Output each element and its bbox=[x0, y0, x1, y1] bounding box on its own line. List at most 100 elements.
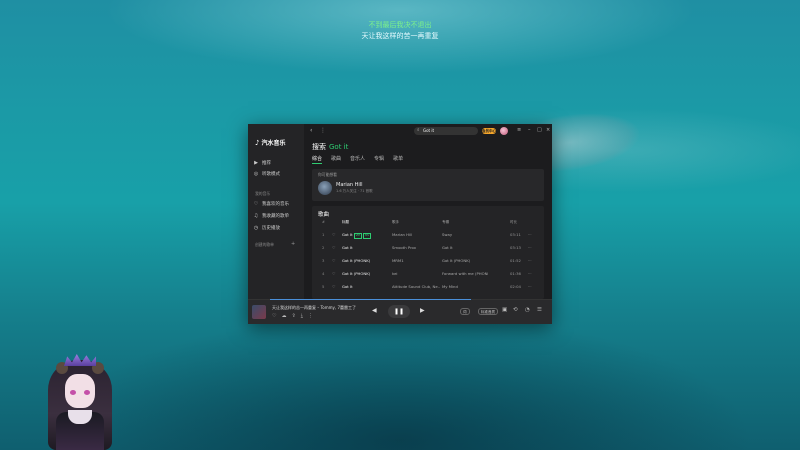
row-album[interactable]: Got It (PHONK) bbox=[442, 258, 488, 263]
sidebar-item-label: 历史播放 bbox=[262, 225, 280, 231]
now-playing-title[interactable]: 天让我这样的苦一再重复 – Tommy, 7蕾雷工了 bbox=[272, 305, 356, 311]
avatar-eye-right bbox=[84, 390, 90, 395]
songs-section: 歌曲 # 标题 歌手 专辑 时长 1 ♡ Got It VIP MV Marian … bbox=[312, 206, 544, 299]
row-artist[interactable]: Attitude Sound Club, Ne... bbox=[392, 284, 440, 289]
user-avatar[interactable] bbox=[500, 127, 508, 135]
close-icon[interactable]: × bbox=[546, 127, 550, 133]
heart-icon[interactable]: ♡ bbox=[332, 284, 338, 289]
row-album[interactable]: Sway bbox=[442, 232, 488, 237]
row-duration: 03:11 bbox=[510, 232, 521, 237]
row-title: Got It bbox=[342, 284, 353, 289]
section-my-music: 我的音乐 bbox=[255, 191, 271, 196]
volume-icon[interactable]: ◔ bbox=[525, 307, 530, 313]
header-index: # bbox=[322, 220, 325, 224]
search-keyword: Got it bbox=[329, 143, 349, 151]
history-icon: ◷ bbox=[253, 224, 259, 231]
quality-button[interactable]: 标准音质 bbox=[478, 308, 498, 315]
artist-card[interactable]: 你可能想看 Marian Hill 1.6 万人关注 · 71 首歌 bbox=[312, 169, 544, 201]
tab-songs[interactable]: 歌曲 bbox=[331, 155, 341, 164]
progress-bar[interactable] bbox=[270, 299, 471, 300]
desktop-lyric-icon[interactable]: ▣ bbox=[502, 307, 507, 313]
heart-icon[interactable]: ♡ bbox=[272, 313, 276, 319]
music-note-icon: ♪ bbox=[255, 138, 260, 147]
row-album[interactable]: My Mind bbox=[442, 284, 488, 289]
row-album[interactable]: Got It bbox=[442, 245, 488, 250]
search-input[interactable]: ⌕ Got it bbox=[414, 127, 478, 135]
more-icon[interactable]: ··· bbox=[528, 284, 536, 289]
menu-icon[interactable]: ≡ bbox=[517, 127, 521, 133]
vip-badge: VIP bbox=[353, 233, 363, 239]
table-row[interactable]: 2 ♡ Got It Smooth Prox Got It 03:13 ··· bbox=[312, 241, 544, 253]
search-icon: ⌕ bbox=[417, 128, 420, 133]
search-heading: 搜索 bbox=[312, 143, 326, 151]
more-icon[interactable]: ··· bbox=[528, 258, 536, 263]
heart-icon[interactable]: ♡ bbox=[332, 271, 338, 276]
search-value: Got it bbox=[423, 128, 435, 133]
pause-button[interactable]: ❚❚ bbox=[388, 305, 410, 318]
back-icon[interactable]: ‹ bbox=[310, 127, 312, 134]
row-index: 1 bbox=[322, 232, 325, 237]
tab-artists[interactable]: 音乐人 bbox=[350, 155, 365, 164]
sidebar-item-label: 听歌模式 bbox=[262, 171, 280, 177]
row-index: 2 bbox=[322, 245, 325, 250]
tab-playlists[interactable]: 歌单 bbox=[393, 155, 403, 164]
album-cover[interactable] bbox=[252, 305, 266, 319]
minimize-icon[interactable]: – bbox=[528, 127, 531, 133]
more-icon[interactable]: ··· bbox=[528, 245, 536, 250]
heart-icon[interactable]: ♡ bbox=[332, 258, 338, 263]
tab-all[interactable]: 综合 bbox=[312, 155, 323, 164]
sidebar-item-listen-mode[interactable]: ◎ 听歌模式 bbox=[253, 169, 301, 178]
heart-icon[interactable]: ♡ bbox=[332, 245, 338, 250]
sidebar: ♪ 汽水音乐 ▶ 推荐 ◎ 听歌模式 我的音乐 ♡ 我喜欢的音乐 ♫ 我收藏的歌… bbox=[248, 124, 304, 299]
row-artist[interactable]: MRM1 bbox=[392, 258, 440, 263]
previous-icon[interactable]: ◀ bbox=[372, 307, 377, 314]
now-playing-actions: ♡ ☁ ⇪ ⤓ ⋮ bbox=[272, 313, 313, 319]
add-playlist-button[interactable]: + bbox=[291, 241, 295, 247]
loop-icon[interactable]: ⟲ bbox=[513, 307, 518, 313]
artist-card-label: 你可能想看 bbox=[318, 172, 337, 177]
app-name: 汽水音乐 bbox=[261, 140, 286, 147]
row-duration: 01:36 bbox=[510, 271, 521, 276]
sidebar-item-history[interactable]: ◷ 历史播放 bbox=[253, 223, 301, 232]
row-duration: 03:13 bbox=[510, 245, 521, 250]
more-icon[interactable]: ··· bbox=[528, 232, 536, 237]
row-artist[interactable]: kei bbox=[392, 271, 440, 276]
desktop-lyrics: 不到最后我决不退出 天让我这样的苦一再重复 bbox=[0, 20, 800, 42]
artist-name: Marian Hill bbox=[336, 182, 363, 188]
row-album[interactable]: Forward with me (PHONK) bbox=[442, 271, 488, 276]
mv-badge[interactable]: MV bbox=[363, 233, 372, 239]
row-artist[interactable]: Marian Hill bbox=[392, 232, 440, 237]
heart-icon[interactable]: ♡ bbox=[332, 232, 338, 237]
table-row[interactable]: 5 ♡ Got It Attitude Sound Club, Ne... My… bbox=[312, 280, 544, 292]
topbar: ‹ ⋮ ⌕ Got it 会员中心 ≡ – □ × bbox=[304, 124, 552, 138]
lyric-current-line: 不到最后我决不退出 bbox=[368, 21, 432, 29]
lyric-button[interactable]: 词 bbox=[460, 308, 470, 315]
songs-table-header: # 标题 歌手 专辑 时长 bbox=[312, 220, 544, 226]
table-row[interactable]: 3 ♡ Got It (PHONK) MRM1 Got It (PHONK) 0… bbox=[312, 254, 544, 266]
next-icon[interactable]: ▶ bbox=[420, 307, 425, 314]
download-icon[interactable]: ⤓ bbox=[301, 313, 303, 319]
table-row[interactable]: 4 ♡ Got It (PHONK) kei Forward with me (… bbox=[312, 267, 544, 279]
play-icon: ▶ bbox=[254, 159, 258, 166]
sidebar-item-label: 我收藏的歌单 bbox=[262, 213, 289, 219]
maximize-icon[interactable]: □ bbox=[537, 127, 542, 133]
comment-icon[interactable]: ☁ bbox=[281, 313, 286, 319]
sidebar-item-recommend[interactable]: ▶ 推荐 bbox=[253, 158, 301, 167]
more-icon[interactable]: ⋮ bbox=[320, 127, 326, 134]
table-row[interactable]: 1 ♡ Got It VIP MV Marian Hill Sway 03:11 ·… bbox=[312, 228, 544, 240]
artist-avatar bbox=[318, 181, 332, 195]
row-title: Got It (PHONK) bbox=[342, 271, 371, 276]
tab-albums[interactable]: 专辑 bbox=[374, 155, 384, 164]
section-created-playlists: 创建的歌单 bbox=[255, 242, 274, 247]
row-artist[interactable]: Smooth Prox bbox=[392, 245, 440, 250]
vip-center-button[interactable]: 会员中心 bbox=[482, 128, 496, 134]
more-icon[interactable]: ⋮ bbox=[308, 313, 313, 319]
sidebar-item-liked[interactable]: ♡ 我喜欢的音乐 bbox=[253, 199, 301, 208]
row-title: Got It bbox=[342, 245, 353, 250]
more-icon[interactable]: ··· bbox=[528, 271, 536, 276]
header-title: 标题 bbox=[342, 220, 349, 224]
sidebar-item-collected[interactable]: ♫ 我收藏的歌单 bbox=[253, 211, 301, 220]
share-icon[interactable]: ⇪ bbox=[291, 313, 295, 319]
player-bar: 天让我这样的苦一再重复 – Tommy, 7蕾雷工了 ♡ ☁ ⇪ ⤓ ⋮ ◀ ❚… bbox=[248, 299, 552, 324]
playlist-icon[interactable]: ☰ bbox=[537, 307, 542, 313]
